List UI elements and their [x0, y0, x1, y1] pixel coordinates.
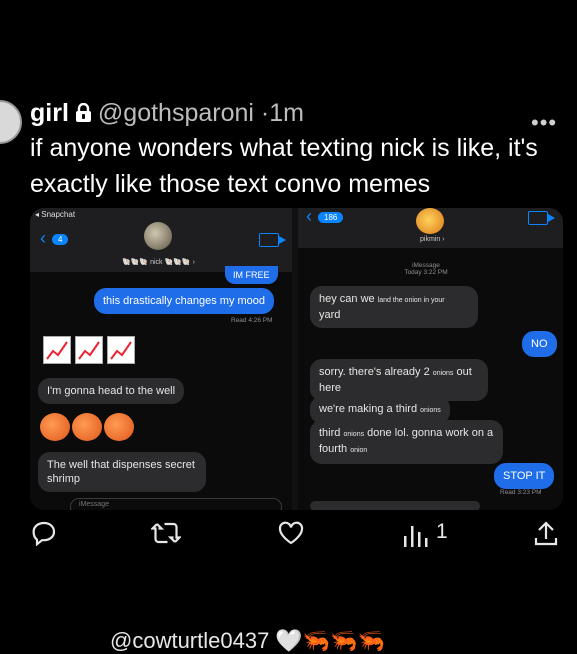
lock-icon — [75, 98, 92, 132]
message-text: we're making a third — [319, 403, 421, 415]
avatar[interactable] — [0, 100, 22, 144]
message-bubble-received: sorry. there's already 2 onions out here — [310, 359, 488, 401]
message-bubble-received: third onions done lol. gonna work on a f… — [310, 420, 503, 464]
attached-image[interactable]: ◂ Snapchat ‹ 4 🐚🐚🐚 nick 🐚🐚🐚 › IM FREE th… — [30, 208, 563, 510]
chart-increasing-icon — [107, 336, 135, 364]
contact-name: pikmin › — [420, 236, 445, 243]
share-icon[interactable] — [533, 520, 559, 553]
message-text: yard — [319, 309, 341, 321]
shrimp-icon — [40, 413, 70, 441]
message-small-text: onions — [432, 370, 454, 377]
back-chevron-icon: ‹ — [40, 228, 46, 248]
display-name[interactable]: girl — [30, 99, 69, 127]
back-badge: 186 — [318, 212, 344, 223]
service-name: iMessage — [412, 262, 440, 269]
shrimp-emoji-row — [40, 413, 134, 441]
video-call-icon — [259, 233, 286, 247]
contact-name: 🐚🐚🐚 nick 🐚🐚🐚 › — [122, 259, 195, 266]
video-call-icon — [528, 211, 555, 225]
views-count: 1 — [436, 520, 448, 543]
message-bubble-received: hey can we land the onion in your yard — [310, 286, 478, 328]
message-bubble-sent: NO — [522, 331, 557, 357]
shrimp-icon — [104, 413, 134, 441]
message-input: iMessage — [70, 498, 282, 510]
message-text: hey can we — [319, 293, 378, 305]
tweet-actions: 1 — [0, 520, 577, 560]
chart-increasing-icon — [75, 336, 103, 364]
message-bubble-received: The well that dispenses secret shrimp — [38, 452, 206, 492]
message-bubble-partial — [310, 501, 480, 510]
views-icon[interactable] — [402, 524, 428, 553]
message-text: sorry. there's already 2 — [319, 366, 430, 378]
read-receipt: Read 3:23 PM — [500, 489, 542, 496]
read-receipt: Read 4:26 PM — [231, 317, 273, 324]
service-label: iMessage Today 3:22 PM — [401, 262, 451, 276]
chart-increasing-icon — [43, 336, 71, 364]
message-small-text: land the onion in your — [377, 297, 445, 304]
left-chat-header: ◂ Snapchat ‹ 4 🐚🐚🐚 nick 🐚🐚🐚 › — [30, 208, 292, 272]
back-chevron-icon: ‹ — [306, 208, 312, 226]
next-tweet-fragment: @cowturtle0437 🤍🦐🦐🦐 — [110, 628, 385, 653]
message-text: third — [319, 427, 344, 439]
shrimp-icon — [72, 413, 102, 441]
reply-icon[interactable] — [31, 520, 57, 551]
tweet-header: girl @gothsparoni ·1m — [30, 96, 304, 132]
message-bubble-sent: STOP IT — [494, 463, 555, 489]
message-bubble-received: I'm gonna head to the well — [38, 378, 185, 404]
tweet-text: if anyone wonders what texting nick is l… — [30, 134, 538, 198]
timestamp[interactable]: 1m — [269, 99, 304, 127]
message-bubble-sent: this drastically changes my mood — [94, 288, 275, 314]
message-small-text: onion — [350, 447, 368, 454]
right-chat-header: ‹ 186 pikmin › — [298, 208, 563, 248]
separator: · — [260, 99, 270, 127]
like-icon[interactable] — [277, 520, 305, 551]
chart-emoji-row — [43, 336, 135, 364]
partial-message: IM FREE — [225, 266, 278, 284]
left-chat-screenshot: ◂ Snapchat ‹ 4 🐚🐚🐚 nick 🐚🐚🐚 › IM FREE th… — [30, 208, 292, 510]
handle[interactable]: @gothsparoni — [98, 99, 254, 127]
conversation-date: Today 3:22 PM — [404, 269, 448, 276]
input-placeholder: iMessage — [79, 501, 109, 508]
right-chat-screenshot: ‹ 186 pikmin › iMessage Today 3:22 PM he… — [298, 208, 563, 510]
status-app: ◂ Snapchat — [35, 210, 76, 219]
contact-avatar — [144, 222, 172, 250]
message-small-text: onions — [420, 407, 441, 414]
message-small-text: onions — [343, 431, 365, 438]
back-badge: 4 — [52, 234, 69, 245]
retweet-icon[interactable] — [149, 520, 183, 551]
contact-avatar — [416, 208, 444, 234]
